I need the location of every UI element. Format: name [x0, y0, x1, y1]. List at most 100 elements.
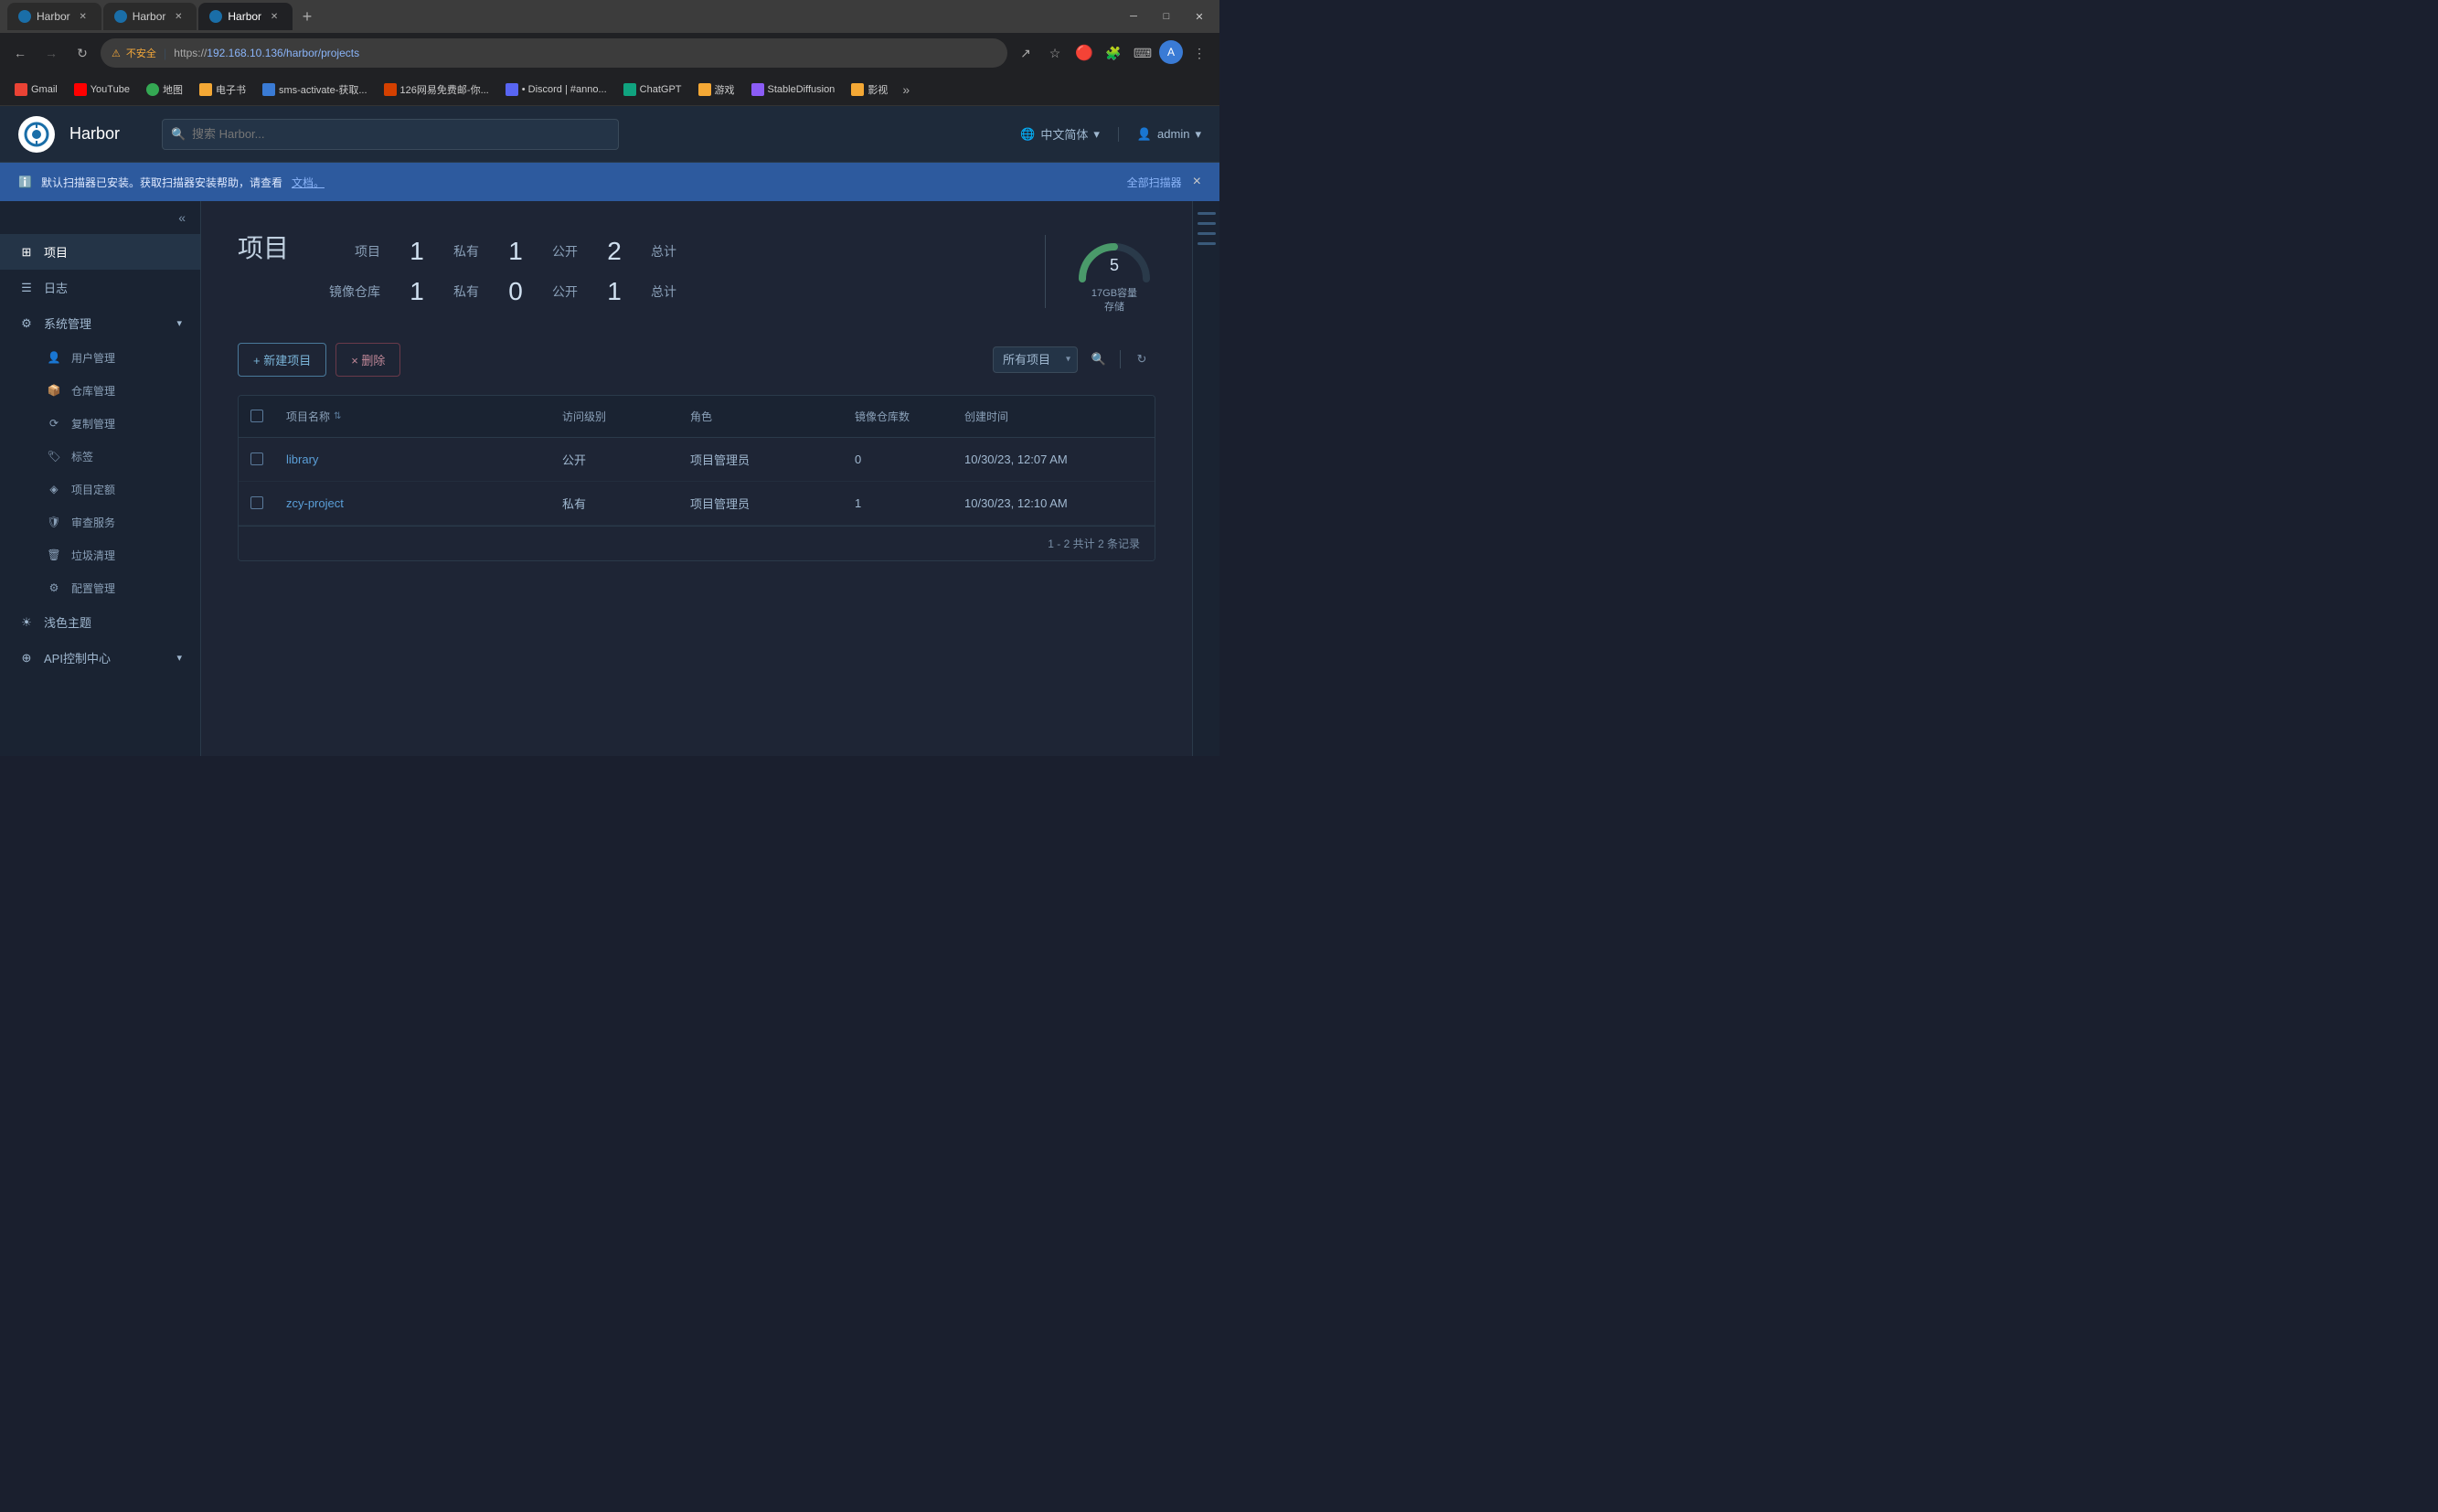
docs-link[interactable]: 文档。: [292, 175, 325, 190]
project-filter-select[interactable]: 所有项目 私有项目 公开项目: [993, 346, 1078, 373]
bookmark-maps[interactable]: 地图: [139, 79, 190, 101]
row1-repos-value: 0: [855, 453, 861, 466]
bookmark-sms[interactable]: sms-activate-获取...: [255, 79, 375, 101]
bookmarks-more[interactable]: »: [897, 79, 915, 101]
sidebar-users-label: 用户管理: [71, 350, 115, 366]
all-scanners-link[interactable]: 全部扫描器: [1127, 175, 1182, 190]
close-button[interactable]: ✕: [1187, 7, 1212, 26]
youtube-icon: [74, 83, 87, 96]
tab-close-1[interactable]: ✕: [76, 9, 90, 24]
repo-private-label: 私有: [453, 282, 479, 301]
harbor-search-input[interactable]: [162, 119, 619, 150]
sidebar-item-projects[interactable]: ⊞ 项目: [0, 234, 200, 270]
url-bar[interactable]: ⚠ 不安全 | https://192.168.10.136/harbor/pr…: [101, 38, 1007, 68]
bookmark-chatgpt[interactable]: ChatGPT: [616, 80, 689, 100]
tab-close-3[interactable]: ✕: [267, 9, 282, 24]
right-panel: [1192, 201, 1219, 756]
tab-3[interactable]: Harbor ✕: [198, 3, 293, 30]
tab-2[interactable]: Harbor ✕: [103, 3, 197, 30]
zcy-project-link[interactable]: zcy-project: [286, 496, 344, 510]
sidebar-item-tags[interactable]: 🏷 标签: [0, 440, 200, 473]
back-button[interactable]: ←: [7, 40, 33, 66]
user-label: admin: [1157, 127, 1189, 141]
row1-name: library: [275, 438, 551, 481]
share-button[interactable]: ↗: [1013, 40, 1038, 66]
header-repos: 镜像仓库数: [844, 396, 953, 437]
bookmark-youtube[interactable]: YouTube: [67, 80, 137, 100]
menu-button[interactable]: ⋮: [1187, 40, 1212, 66]
toolbar-right: 所有项目 私有项目 公开项目 ▾ 🔍 ↻: [993, 346, 1155, 373]
bookmark-sms-label: sms-activate-获取...: [279, 82, 367, 97]
sidebar-item-warehouse[interactable]: 📦 仓库管理: [0, 374, 200, 407]
notification-text: 默认扫描器已安装。获取扫描器安装帮助，请查看: [41, 175, 282, 190]
bookmark-ebook[interactable]: 电子书: [192, 79, 253, 101]
row1-checkbox[interactable]: [250, 453, 263, 465]
user-menu[interactable]: 👤 admin ▾: [1118, 127, 1201, 142]
bookmark-discord[interactable]: • Discord | #anno...: [498, 80, 614, 100]
tab-close-2[interactable]: ✕: [171, 9, 186, 24]
bookmark-games[interactable]: 游戏: [691, 79, 742, 101]
right-panel-icon-3: [1198, 232, 1216, 235]
profile-button[interactable]: A: [1159, 40, 1183, 64]
row1-access: 公开: [551, 438, 679, 481]
config-icon: ⚙: [46, 580, 62, 596]
bookmark-163[interactable]: 126网易免费邮-你...: [377, 79, 496, 101]
extension-2[interactable]: 🧩: [1101, 40, 1126, 66]
sidebar-theme-label: 浅色主题: [44, 613, 91, 631]
pagination: 1 - 2 共计 2 条记录: [239, 526, 1155, 560]
sidebar-logs-label: 日志: [44, 279, 68, 296]
forward-button[interactable]: →: [38, 40, 64, 66]
page-header: 项目 项目 1 私有 1 公开 2 总计: [238, 229, 1155, 315]
library-link[interactable]: library: [286, 453, 318, 466]
header-role: 角色: [679, 396, 844, 437]
bookmarks-bar: Gmail YouTube 地图 电子书 sms-activate-获取... …: [0, 73, 1219, 106]
delete-button[interactable]: × 删除: [335, 343, 400, 377]
language-selector[interactable]: 🌐 中文简体 ▾: [1020, 125, 1100, 143]
maximize-button[interactable]: □: [1154, 7, 1179, 26]
tab-1[interactable]: Harbor ✕: [7, 3, 101, 30]
name-sort-icon[interactable]: ⇅: [334, 411, 341, 421]
projects-stat-label: 项目: [325, 242, 380, 261]
table-row: zcy-project 私有 项目管理员 1 10/30/23, 12:10 A: [239, 482, 1155, 526]
select-all-checkbox[interactable]: [250, 410, 263, 422]
sidebar-item-users[interactable]: 👤 用户管理: [0, 341, 200, 374]
sidebar-item-config[interactable]: ⚙ 配置管理: [0, 571, 200, 604]
tab-label-1: Harbor: [37, 10, 70, 23]
harbor-title: Harbor: [69, 124, 120, 144]
row2-access-value: 私有: [562, 495, 586, 512]
header-created: 创建时间: [953, 396, 1155, 437]
sidebar-group-api[interactable]: ⊕ API控制中心 ▾: [0, 640, 200, 676]
search-toggle-button[interactable]: 🔍: [1085, 346, 1113, 373]
sidebar-item-quota[interactable]: ◈ 项目定额: [0, 473, 200, 506]
new-project-button[interactable]: + 新建项目: [238, 343, 326, 377]
extension-3[interactable]: ⌨: [1130, 40, 1155, 66]
notification-close[interactable]: ×: [1193, 174, 1201, 190]
sidebar-item-audit[interactable]: 🛡 审查服务: [0, 506, 200, 538]
bookmark-video[interactable]: 影视: [844, 79, 895, 101]
quota-icon: ◈: [46, 481, 62, 497]
repo-total-label: 总计: [651, 282, 676, 301]
sidebar-collapse-button[interactable]: «: [178, 210, 186, 225]
header-repos-label: 镜像仓库数: [855, 409, 910, 424]
sidebar-gc-label: 垃圾清理: [71, 548, 115, 563]
bookmark-stablediffusion[interactable]: StableDiffusion: [744, 80, 843, 100]
notification-banner-wrapper: ℹ️ 默认扫描器已安装。获取扫描器安装帮助，请查看 文档。 全部扫描器 ×: [0, 163, 1219, 201]
bookmark-gmail[interactable]: Gmail: [7, 80, 65, 100]
sidebar-group-system[interactable]: ⚙ 系统管理 ▾: [0, 305, 200, 341]
extension-1[interactable]: 🔴: [1071, 40, 1097, 66]
reload-button[interactable]: ↻: [69, 40, 95, 66]
row2-checkbox[interactable]: [250, 496, 263, 509]
minimize-button[interactable]: ─: [1121, 7, 1146, 26]
maps-icon: [146, 83, 159, 96]
bookmark-button[interactable]: ☆: [1042, 40, 1068, 66]
refresh-button[interactable]: ↻: [1128, 346, 1155, 373]
sidebar: « ⊞ 项目 ☰ 日志 ⚙ 系统管理 ▾ 👤 用户管理: [0, 201, 201, 756]
sidebar-replication-label: 复制管理: [71, 416, 115, 431]
sidebar-item-logs[interactable]: ☰ 日志: [0, 270, 200, 305]
sidebar-item-gc[interactable]: 🗑 垃圾清理: [0, 538, 200, 571]
sidebar-item-replication[interactable]: ⟳ 复制管理: [0, 407, 200, 440]
project-public-label: 公开: [552, 242, 578, 261]
sidebar-item-theme[interactable]: ☀ 浅色主题: [0, 604, 200, 640]
harbor-favicon-1: [18, 10, 31, 23]
new-tab-button[interactable]: +: [294, 4, 320, 29]
